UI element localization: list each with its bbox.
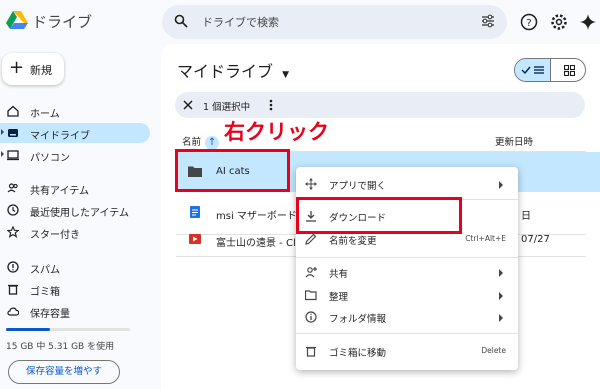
sort-arrow-up-icon[interactable]: ↑: [205, 136, 220, 150]
menu-item-label: 名前を変更: [329, 236, 377, 247]
people-icon: [7, 183, 18, 193]
clear-selection-icon[interactable]: [183, 100, 193, 110]
new-button-label: 新規: [30, 64, 52, 77]
shortcut-hint: Ctrl+Alt+E: [465, 234, 506, 243]
sidebar-item-trash[interactable]: ゴミ箱: [0, 279, 150, 299]
sidebar-item-label: ゴミ箱: [30, 287, 60, 298]
sidebar-item-label: スパム: [30, 265, 60, 276]
menu-divider: [296, 333, 518, 334]
page-title[interactable]: マイドライブ ▼: [177, 58, 289, 82]
storage-usage-fill: [6, 328, 50, 331]
drive-icon: [8, 129, 18, 137]
sidebar-item-label: 保存容量: [30, 309, 70, 320]
list-view-button[interactable]: [515, 59, 551, 81]
person-add-icon: [305, 267, 317, 278]
computer-icon: [7, 150, 19, 161]
sidebar-item-computers[interactable]: パソコン: [0, 145, 150, 165]
grid-view-icon[interactable]: [564, 65, 575, 76]
expand-caret-icon[interactable]: [1, 151, 4, 157]
sidebar-item-storage[interactable]: 保存容量: [0, 301, 150, 321]
selection-count: 1 個選択中: [203, 102, 251, 113]
sidebar-item-my-drive[interactable]: マイドライブ: [0, 123, 150, 143]
submenu-arrow-icon: [499, 269, 503, 277]
page-title-text: マイドライブ: [177, 62, 274, 81]
sidebar-item-shared[interactable]: 共有アイテム: [0, 178, 150, 198]
list-icon: [534, 66, 544, 74]
storage-usage-text: 15 GB 中 5.31 GB を使用: [6, 342, 115, 352]
view-toggle: [514, 58, 586, 82]
svg-text:?: ?: [526, 18, 531, 29]
menu-item-label: ゴミ箱に移動: [329, 348, 387, 359]
info-icon: [305, 311, 317, 323]
cloud-icon: [7, 307, 19, 316]
sidebar-item-recent[interactable]: 最近使用したアイテム: [0, 200, 150, 220]
sidebar-item-label: パソコン: [30, 153, 70, 164]
menu-item-label: 共有: [329, 269, 349, 280]
submenu-arrow-icon: [499, 181, 503, 189]
star-icon: [7, 226, 19, 238]
settings-gear-icon[interactable]: [549, 12, 569, 32]
column-header-name[interactable]: 名前 ↑: [182, 134, 220, 150]
checkmark-icon: [521, 66, 531, 75]
gemini-sparkle-icon[interactable]: [578, 12, 598, 32]
storage-usage-bar: [6, 328, 130, 331]
annotation-right-click-label: 右クリック: [224, 120, 329, 144]
selection-bar: 1 個選択中: [175, 92, 585, 118]
menu-item-share[interactable]: 共有: [296, 261, 518, 283]
app-name: ドライブ: [32, 13, 93, 31]
expand-caret-icon[interactable]: [1, 129, 4, 135]
file-name: 富士山の遠景 - Cli: [216, 238, 299, 249]
menu-divider: [296, 257, 518, 258]
top-bar: ドライブ ドライブで検索 ?: [0, 0, 600, 44]
clock-icon: [7, 204, 19, 216]
spam-icon: [7, 261, 19, 273]
submenu-arrow-icon: [499, 292, 503, 300]
doc-icon: [190, 206, 200, 218]
trash-icon: [8, 284, 18, 295]
search-icon: [174, 14, 188, 28]
menu-item-folder-info[interactable]: フォルダ情報: [296, 306, 518, 328]
buy-storage-button[interactable]: 保存容量を増やす: [8, 360, 120, 384]
help-icon[interactable]: ?: [519, 12, 539, 32]
menu-item-move-to-trash[interactable]: ゴミ箱に移動 Delete: [296, 340, 518, 362]
search-bar[interactable]: ドライブで検索: [162, 5, 507, 39]
sidebar-item-spam[interactable]: スパム: [0, 257, 150, 277]
title-dropdown-icon: ▼: [282, 70, 290, 80]
column-header-modified[interactable]: 更新日時: [495, 134, 533, 148]
trash-icon: [306, 346, 316, 357]
move-icon: [305, 178, 317, 190]
home-icon: [7, 105, 19, 117]
sidebar-item-label: スター付き: [30, 230, 80, 241]
menu-item-label: フォルダ情報: [329, 314, 387, 325]
sidebar-item-label: 共有アイテム: [30, 186, 89, 197]
sidebar-item-label: 最近使用したアイテム: [30, 208, 129, 219]
search-placeholder: ドライブで検索: [202, 16, 279, 29]
annotation-box-download: [296, 197, 462, 234]
video-icon: [189, 234, 201, 244]
sidebar-item-label: ホーム: [30, 109, 60, 120]
sidebar: + 新規 ホーム マイドライブ パソコン 共有アイテム 最近使用したアイテム ス…: [0, 44, 160, 389]
more-actions-icon[interactable]: [269, 99, 273, 111]
folder-open-icon: [305, 290, 317, 301]
menu-item-organize[interactable]: 整理: [296, 284, 518, 306]
sidebar-item-home[interactable]: ホーム: [0, 101, 150, 121]
menu-item-label: アプリで開く: [329, 181, 387, 192]
column-header-label: 名前: [182, 137, 202, 148]
menu-item-label: 整理: [329, 292, 349, 303]
search-options-icon[interactable]: [481, 14, 495, 28]
edit-pencil-icon: [305, 233, 317, 245]
menu-item-open-with[interactable]: アプリで開く: [296, 173, 518, 195]
file-date: 07/27: [521, 234, 550, 245]
shortcut-hint: Delete: [481, 346, 506, 355]
drive-logo-icon[interactable]: [6, 10, 28, 30]
sidebar-item-starred[interactable]: スター付き: [0, 222, 150, 242]
submenu-arrow-icon: [499, 314, 503, 322]
sidebar-item-label: マイドライブ: [30, 131, 90, 142]
annotation-box-folder: [175, 149, 290, 192]
plus-icon: +: [9, 57, 25, 78]
new-button[interactable]: + 新規: [2, 53, 64, 85]
